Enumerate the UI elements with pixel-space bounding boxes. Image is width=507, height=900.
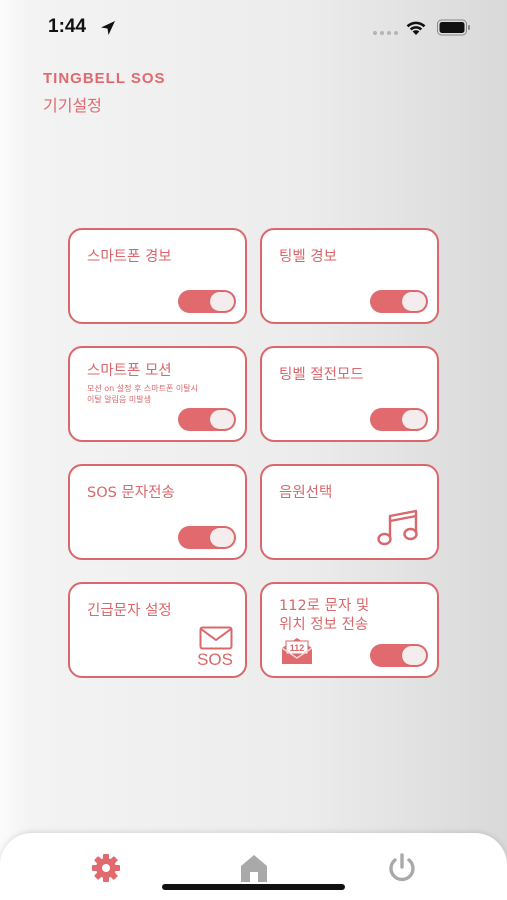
card-title: 음원선택 [279, 485, 333, 501]
card-title: 스마트폰 모션 [87, 363, 172, 379]
card-title: SOS 문자전송 [87, 485, 175, 501]
tingbell-alarm-toggle[interactable] [370, 290, 428, 313]
card-title: 팅벨 절전모드 [279, 367, 364, 383]
card-subtitle: 모션 on 설정 후 스마트폰 이탈시 이탈 알림음 미발생 [87, 384, 247, 406]
card-title-line: 위치 정보 전송 [279, 616, 369, 633]
card-sos-sms: SOS 문자전송 [68, 464, 247, 560]
signal-dots-icon [373, 31, 398, 35]
home-indicator [162, 884, 345, 890]
card-sound-select[interactable]: 음원선택 [260, 464, 439, 560]
mail-icon [199, 626, 233, 650]
toggle-knob [402, 646, 426, 665]
sos-label: SOS [197, 650, 233, 669]
card-title: 스마트폰 경보 [87, 249, 172, 265]
card-title: 팅벨 경보 [279, 249, 337, 265]
gear-icon[interactable] [89, 851, 123, 885]
battery-icon [437, 19, 470, 36]
brand-title: TINGBELL SOS [43, 70, 166, 87]
card-smartphone-motion: 스마트폰 모션 모션 on 설정 후 스마트폰 이탈시 이탈 알림음 미발생 [68, 346, 247, 442]
card-title: 112로 문자 및 위치 정보 전송 [279, 597, 369, 635]
smartphone-alarm-toggle[interactable] [178, 290, 236, 313]
toggle-knob [402, 410, 426, 429]
mail-112-icon: 112 [281, 638, 313, 664]
status-bar: 1:44 [0, 0, 507, 56]
card-tingbell-alarm: 팅벨 경보 [260, 228, 439, 324]
mail-112-text: 112 [290, 643, 305, 653]
card-sms-112: 112로 문자 및 위치 정보 전송 112 [260, 582, 439, 678]
status-time: 1:44 [48, 16, 87, 37]
card-smartphone-alarm: 스마트폰 경보 [68, 228, 247, 324]
smartphone-motion-toggle[interactable] [178, 408, 236, 431]
subtitle-line: 모션 on 설정 후 스마트폰 이탈시 [87, 384, 198, 393]
card-tingbell-power-saving: 팅벨 절전모드 [260, 346, 439, 442]
subtitle-line: 이탈 알림음 미발생 [87, 394, 151, 404]
toggle-knob [210, 292, 234, 311]
sms-112-toggle[interactable] [370, 644, 428, 667]
location-arrow-icon [101, 21, 115, 35]
wifi-icon [406, 21, 426, 35]
music-note-icon [377, 509, 418, 546]
power-icon[interactable] [385, 851, 419, 885]
card-title: 긴급문자 설정 [87, 603, 172, 619]
toggle-knob [210, 410, 234, 429]
app-screen: 1:44 TINGBELL SOS 기기설정 스마트폰 경보 팅벨 경보 스마트… [0, 0, 507, 900]
home-icon[interactable] [237, 851, 271, 885]
page-title: 기기설정 [43, 96, 102, 115]
tingbell-power-saving-toggle[interactable] [370, 408, 428, 431]
toggle-knob [402, 292, 426, 311]
card-title-line: 112로 문자 및 [279, 598, 370, 614]
sos-sms-toggle[interactable] [178, 526, 236, 549]
toggle-knob [210, 528, 234, 547]
card-emergency-sms-setting[interactable]: 긴급문자 설정 SOS [68, 582, 247, 678]
